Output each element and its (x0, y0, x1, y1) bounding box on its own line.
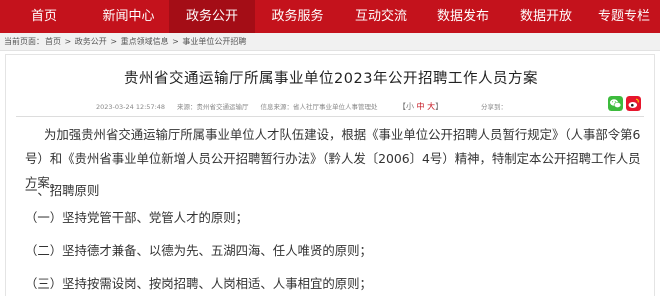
nav-government-affairs-disclosure[interactable]: 政务公开 (169, 0, 255, 33)
nav-special-topics[interactable]: 专题专栏 (588, 0, 660, 33)
article-meta: 2023-03-24 12:57:48 来源：贵州省交通运输厅 信息来源：省人社… (96, 101, 390, 113)
breadcrumb-separator: > (107, 37, 120, 46)
article-title: 贵州省交通运输厅所属事业单位2023年公开招聘工作人员方案 (124, 71, 538, 87)
principle-item-2: （二）坚持德才兼备、以德为先、五湖四海、任人唯贤的原则； (25, 243, 372, 258)
nav-news-center[interactable]: 新闻中心 (88, 0, 169, 33)
breadcrumb: 当前页面：首页 > 政务公开 > 重点领域信息 > 事业单位公开招聘 (0, 33, 660, 51)
font-size-bracket-open: 【 (398, 102, 406, 111)
nav-data-release[interactable]: 数据发布 (422, 0, 504, 33)
breadcrumb-separator: > (169, 37, 182, 46)
principle-item-3: （三）坚持按需设岗、按岗招聘、人岗相适、人事相宜的原则； (25, 276, 372, 291)
info-source: 信息来源：省人社厅事业单位人事管理处 (260, 103, 378, 111)
top-navigation: 首页 新闻中心 政务公开 政务服务 互动交流 数据发布 数据开放 专题专栏 (0, 0, 660, 33)
font-size-small[interactable]: 小 (406, 102, 414, 111)
font-size-switcher: 【小 中 大】 (398, 100, 443, 114)
share-icons (608, 96, 641, 111)
section-heading-principles: 一、招聘原则 (25, 183, 100, 198)
breadcrumb-home[interactable]: 首页 (45, 37, 61, 46)
nav-interaction[interactable]: 互动交流 (340, 0, 422, 33)
font-size-medium[interactable]: 中 (417, 102, 425, 111)
breadcrumb-separator: > (62, 37, 74, 46)
principle-item-1: （一）坚持党管干部、党管人才的原则； (25, 210, 249, 225)
font-size-bracket-close: 】 (435, 102, 444, 111)
breadcrumb-key-areas[interactable]: 重点领域信息 (121, 37, 169, 46)
nav-government-services[interactable]: 政务服务 (255, 0, 340, 33)
weibo-icon[interactable] (626, 96, 641, 111)
publish-date: 2023-03-24 12:57:48 (96, 103, 166, 111)
breadcrumb-prefix: 当前页面： (4, 37, 44, 46)
share-label: 分享到： (481, 103, 507, 111)
article-container: 贵州省交通运输厅所属事业单位2023年公开招聘工作人员方案 2023-03-24… (5, 54, 655, 296)
wechat-icon[interactable] (608, 96, 623, 111)
nav-data-open[interactable]: 数据开放 (504, 0, 588, 33)
nav-home[interactable]: 首页 (0, 0, 88, 33)
breadcrumb-recruitment[interactable]: 事业单位公开招聘 (182, 37, 246, 46)
breadcrumb-government-disclosure[interactable]: 政务公开 (75, 37, 107, 46)
intro-paragraph: 为加强贵州省交通运输厅所属事业单位人才队伍建设，根据《事业单位公开招聘人员暂行规… (25, 127, 641, 190)
article-source: 来源：贵州省交通运输厅 (177, 103, 249, 111)
font-size-large[interactable]: 大 (427, 102, 435, 111)
meta-divider (16, 116, 644, 117)
